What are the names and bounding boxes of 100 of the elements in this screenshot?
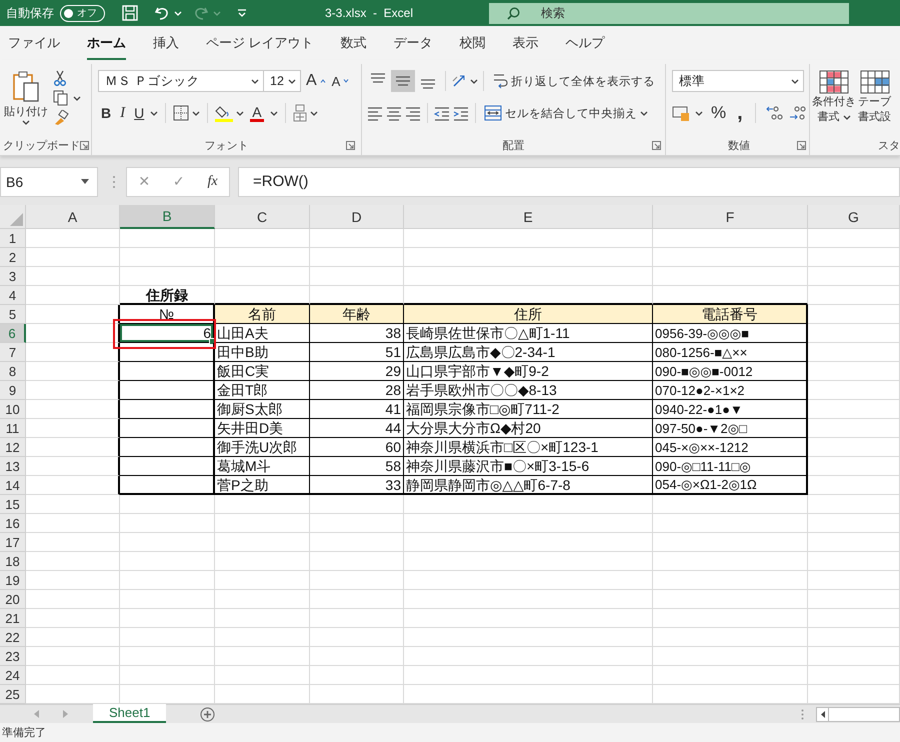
sheet-tab[interactable]: Sheet1 [93, 704, 166, 723]
borders-icon[interactable] [173, 105, 190, 121]
column-header[interactable]: C [215, 205, 310, 229]
paste-button[interactable]: 貼り付け [3, 68, 49, 127]
bold-button[interactable]: B [98, 103, 114, 123]
percent-button[interactable]: % [708, 101, 730, 125]
row-header[interactable]: 25 [0, 685, 26, 704]
row-header[interactable]: 18 [0, 552, 26, 571]
font-color-button[interactable]: A [247, 102, 267, 124]
increase-font-size-button[interactable]: A [305, 72, 327, 90]
align-center-icon[interactable] [385, 105, 403, 121]
caret-icon[interactable] [73, 96, 81, 100]
row-header[interactable]: 21 [0, 609, 26, 628]
menu-tab[interactable]: ファイル [8, 28, 60, 60]
caret-icon[interactable] [22, 120, 30, 125]
row-header[interactable]: 14 [0, 476, 26, 495]
decrease-font-size-button[interactable]: A [330, 74, 350, 88]
menu-tab[interactable]: 校閲 [460, 28, 486, 60]
wrap-text-icon[interactable] [492, 72, 508, 90]
caret-icon[interactable] [150, 110, 158, 116]
row-header[interactable]: 8 [0, 362, 26, 381]
caret-icon[interactable] [842, 114, 850, 120]
decrease-indent-icon[interactable] [433, 105, 451, 121]
caret-icon[interactable] [791, 78, 799, 84]
format-painter-icon[interactable] [53, 110, 69, 126]
autosave-toggle[interactable]: オフ [60, 4, 105, 22]
align-right-icon[interactable] [404, 105, 422, 121]
add-sheet-icon[interactable] [200, 706, 216, 722]
horizontal-scrollbar[interactable] [816, 706, 900, 722]
name-box[interactable]: B6 [0, 166, 98, 196]
increase-decimal-icon[interactable] [764, 105, 783, 121]
menu-tab[interactable]: 表示 [512, 28, 539, 60]
row-header[interactable]: 9 [0, 381, 26, 400]
decrease-decimal-icon[interactable] [788, 105, 806, 121]
search-icon[interactable] [507, 6, 520, 20]
row-header[interactable]: 24 [0, 666, 26, 685]
table-format-icon[interactable] [860, 70, 890, 94]
column-header[interactable]: D [310, 205, 404, 229]
accounting-format-icon[interactable] [672, 105, 690, 121]
conditional-formatting-button[interactable]: 条件付き 書式 [811, 68, 857, 126]
row-header[interactable]: 20 [0, 590, 26, 609]
row-header[interactable]: 4 [0, 286, 26, 305]
row-header[interactable]: 6 [0, 324, 26, 343]
row-header[interactable]: 15 [0, 495, 26, 514]
dialog-launcher-icon[interactable] [346, 140, 355, 150]
underline-button[interactable]: U [131, 103, 148, 123]
copy-icon[interactable] [53, 90, 69, 106]
caret-icon[interactable] [270, 110, 278, 116]
font-name-field[interactable]: ＭＳ Ｐゴシック [98, 70, 264, 92]
save-icon[interactable] [121, 4, 139, 22]
row-header[interactable]: 7 [0, 343, 26, 362]
dialog-launcher-icon[interactable] [796, 140, 806, 150]
column-header[interactable]: G [808, 205, 900, 229]
row-header[interactable]: 5 [0, 305, 26, 324]
row-header[interactable]: 23 [0, 647, 26, 666]
menu-tab[interactable]: ページ レイアウト [206, 28, 314, 60]
align-left-icon[interactable] [366, 105, 384, 121]
menu-tab[interactable]: 数式 [340, 28, 367, 60]
comma-button[interactable]: , [734, 104, 746, 122]
dropdown-icon[interactable] [81, 179, 89, 184]
row-header[interactable]: 13 [0, 457, 26, 476]
menu-tab[interactable]: 挿入 [153, 28, 179, 60]
conditional-formatting-icon[interactable] [819, 70, 849, 94]
search-field[interactable]: 検索 [489, 2, 850, 24]
caret-icon[interactable] [695, 110, 703, 116]
caret-up-icon[interactable] [320, 79, 326, 83]
row-header[interactable]: 10 [0, 400, 26, 419]
font-size-field[interactable]: 12 [263, 70, 301, 92]
customize-toolbar-icon[interactable] [237, 8, 247, 18]
row-header[interactable]: 17 [0, 533, 26, 552]
row-header[interactable]: 12 [0, 438, 26, 457]
caret-icon[interactable] [288, 78, 296, 84]
row-header[interactable]: 16 [0, 514, 26, 533]
italic-button[interactable]: I [117, 102, 128, 124]
merge-center-button[interactable]: セルを結合して中央揃え [481, 103, 651, 123]
caret-icon[interactable] [640, 110, 648, 116]
row-header[interactable]: 1 [0, 229, 26, 248]
row-header[interactable]: 22 [0, 628, 26, 647]
insert-function-button[interactable]: fx [203, 174, 222, 190]
middle-align-icon[interactable] [391, 70, 415, 92]
caret-icon[interactable] [251, 78, 259, 84]
cut-icon[interactable] [53, 70, 67, 86]
clipboard-icon[interactable] [11, 70, 41, 104]
column-header[interactable]: A [26, 205, 120, 229]
fill-color-icon[interactable] [215, 104, 234, 122]
wrap-text-button[interactable]: 折り返して全体を表示する [489, 70, 658, 92]
number-format-field[interactable]: 標準 [672, 70, 804, 92]
caret-icon[interactable] [470, 78, 478, 84]
column-header[interactable]: F [653, 205, 808, 229]
column-header[interactable]: B [120, 205, 215, 229]
merge-cells-icon[interactable] [484, 105, 502, 121]
row-header[interactable]: 3 [0, 267, 26, 286]
menu-tab[interactable]: データ [394, 28, 433, 60]
caret-icon[interactable] [236, 110, 244, 116]
column-header[interactable]: E [404, 205, 653, 229]
menu-tab[interactable]: ヘルプ [566, 28, 605, 60]
row-header[interactable]: 19 [0, 571, 26, 590]
caret-icon[interactable] [192, 110, 200, 116]
caret-icon[interactable] [310, 110, 318, 116]
formula-field[interactable]: =ROW() [238, 166, 900, 196]
